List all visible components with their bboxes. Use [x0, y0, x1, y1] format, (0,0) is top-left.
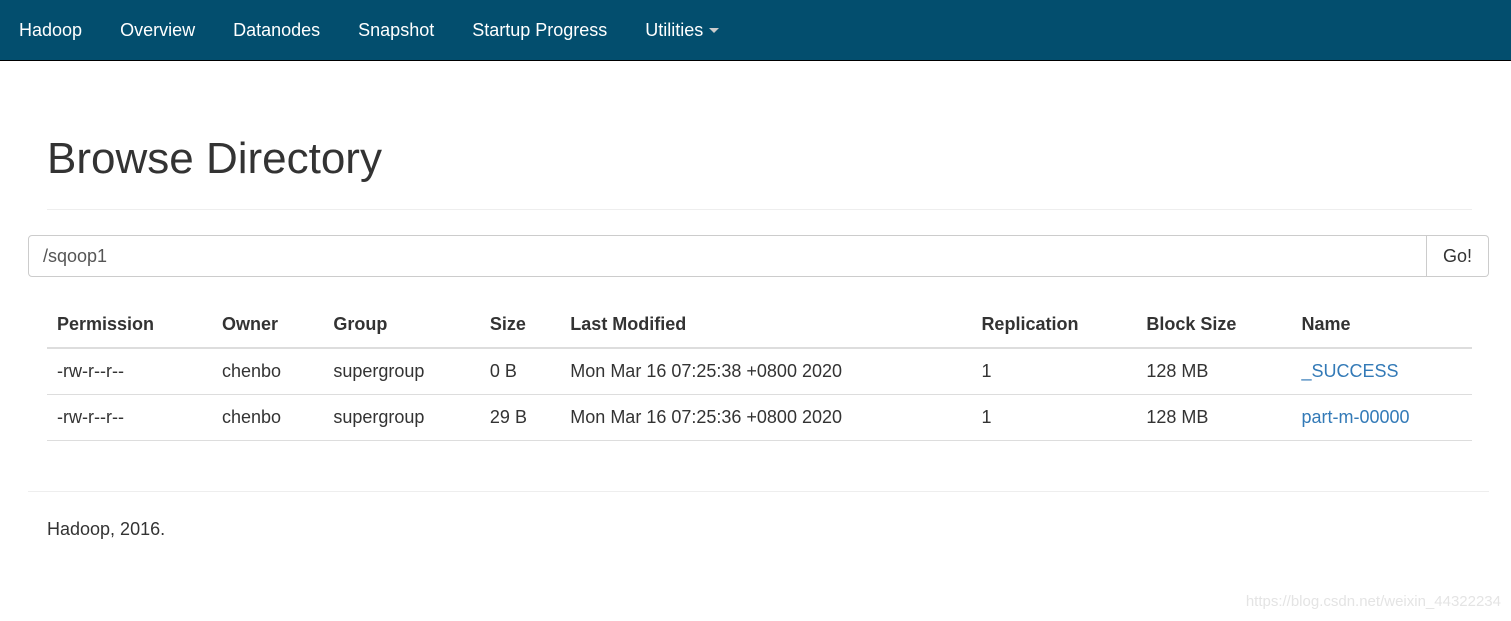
cell-last-modified: Mon Mar 16 07:25:36 +0800 2020 — [560, 394, 972, 441]
col-replication[interactable]: Replication — [971, 302, 1137, 349]
nav-startup-progress[interactable]: Startup Progress — [472, 20, 607, 41]
nav-overview[interactable]: Overview — [120, 20, 195, 41]
cell-group: supergroup — [323, 348, 480, 395]
cell-last-modified: Mon Mar 16 07:25:38 +0800 2020 — [560, 348, 972, 395]
cell-size: 29 B — [479, 394, 561, 441]
cell-group: supergroup — [323, 394, 480, 441]
cell-owner: chenbo — [211, 348, 324, 395]
col-size[interactable]: Size — [479, 302, 561, 349]
go-button[interactable]: Go! — [1427, 235, 1489, 277]
table-row: -rw-r--r-- chenbo supergroup 0 B Mon Mar… — [47, 348, 1472, 395]
caret-down-icon — [709, 28, 720, 34]
cell-owner: chenbo — [211, 394, 324, 441]
nav-utilities-label: Utilities — [645, 19, 704, 40]
watermark: https://blog.csdn.net/weixin_44322234 — [1245, 593, 1501, 610]
nav-datanodes[interactable]: Datanodes — [233, 20, 320, 41]
col-name[interactable]: Name — [1291, 302, 1472, 349]
nav-utilities-dropdown[interactable]: Utilities — [645, 19, 720, 41]
cell-replication: 1 — [971, 348, 1137, 395]
file-link[interactable]: _SUCCESS — [1301, 361, 1398, 381]
cell-permission: -rw-r--r-- — [47, 348, 212, 395]
divider — [28, 491, 1489, 492]
path-bar: Go! — [28, 235, 1489, 277]
file-table: Permission Owner Group Size Last Modifie… — [47, 302, 1472, 441]
table-header-row: Permission Owner Group Size Last Modifie… — [47, 302, 1472, 349]
col-owner[interactable]: Owner — [211, 302, 324, 349]
cell-block-size: 128 MB — [1136, 394, 1292, 441]
footer-text: Hadoop, 2016. — [47, 519, 166, 539]
cell-block-size: 128 MB — [1136, 348, 1292, 395]
divider — [47, 209, 1472, 210]
cell-replication: 1 — [971, 394, 1137, 441]
col-group[interactable]: Group — [323, 302, 480, 349]
col-block-size[interactable]: Block Size — [1136, 302, 1292, 349]
directory-path-input[interactable] — [28, 235, 1427, 277]
file-link[interactable]: part-m-00000 — [1301, 407, 1409, 427]
table-row: -rw-r--r-- chenbo supergroup 29 B Mon Ma… — [47, 394, 1472, 441]
page-title: Browse Directory — [47, 134, 382, 183]
col-last-modified[interactable]: Last Modified — [560, 302, 972, 349]
col-permission[interactable]: Permission — [47, 302, 212, 349]
cell-permission: -rw-r--r-- — [47, 394, 212, 441]
brand-link[interactable]: Hadoop — [19, 20, 82, 41]
nav-snapshot[interactable]: Snapshot — [358, 20, 434, 41]
navbar: Hadoop Overview Datanodes Snapshot Start… — [0, 0, 1511, 61]
cell-size: 0 B — [479, 348, 561, 395]
